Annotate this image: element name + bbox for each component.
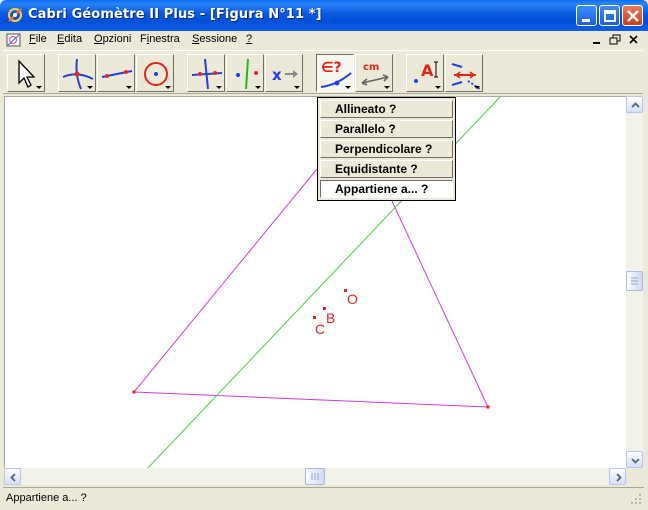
- doc-restore-icon[interactable]: [608, 33, 622, 47]
- scroll-down-button[interactable]: [626, 451, 643, 468]
- menu-item-collinear[interactable]: Allineato ?: [320, 100, 453, 118]
- horizontal-scrollbar[interactable]: [4, 468, 626, 485]
- draw-tool[interactable]: [445, 54, 483, 92]
- drawing-canvas[interactable]: O B C: [4, 96, 626, 468]
- check-property-tool[interactable]: ∈?: [316, 54, 354, 92]
- menu-bar: File Edita Opzioni Finestra Sessione ?: [0, 31, 648, 49]
- toolbar: x ∈? cm A: [3, 50, 643, 94]
- vertical-scrollbar[interactable]: [626, 96, 643, 468]
- maximize-button[interactable]: [599, 5, 620, 26]
- chevron-left-icon: [10, 473, 16, 482]
- svg-text:x: x: [272, 66, 282, 84]
- menu-item-perpendicular[interactable]: Perpendicolare ?: [320, 140, 453, 158]
- doc-close-icon[interactable]: [627, 33, 641, 47]
- chevron-down-icon: [631, 458, 640, 464]
- vertical-scroll-thumb[interactable]: [626, 271, 643, 291]
- figure: O B C: [132, 97, 501, 468]
- menu-item-member[interactable]: Appartiene a... ?: [320, 180, 453, 198]
- title-bar: Cabri Géomètre II Plus - [Figura N°11 *]: [0, 0, 648, 31]
- scroll-right-button[interactable]: [609, 468, 626, 485]
- point-c[interactable]: [313, 316, 316, 319]
- doc-minimize-icon[interactable]: [590, 33, 604, 47]
- construct-tool[interactable]: [187, 54, 225, 92]
- close-button[interactable]: [622, 5, 643, 26]
- chevron-right-icon: [616, 473, 622, 482]
- status-bar: Appartiene a... ?: [3, 487, 644, 507]
- point-label-b[interactable]: B: [326, 310, 335, 326]
- menu-file[interactable]: File: [29, 33, 47, 45]
- points-tool[interactable]: [58, 54, 96, 92]
- triangle-side-bottom[interactable]: [133, 391, 489, 408]
- scroll-left-button[interactable]: [4, 468, 21, 485]
- svg-text:∈?: ∈?: [321, 60, 342, 76]
- lines-tool[interactable]: [97, 54, 135, 92]
- curves-tool[interactable]: [136, 54, 174, 92]
- macro-tool[interactable]: x: [265, 54, 303, 92]
- check-property-menu: Allineato ? Parallelo ? Perpendicolare ?…: [317, 97, 456, 201]
- pointer-tool[interactable]: [7, 54, 45, 92]
- measure-tool[interactable]: cm: [355, 54, 393, 92]
- status-text: Appartiene a... ?: [6, 492, 87, 504]
- menu-options[interactable]: Opzioni: [94, 33, 131, 45]
- triangle-side-right[interactable]: [389, 196, 489, 408]
- horizontal-scroll-thumb[interactable]: [305, 468, 325, 485]
- menu-window[interactable]: Finestra: [140, 33, 180, 45]
- menu-session[interactable]: Sessione: [192, 33, 237, 45]
- app-icon[interactable]: [6, 6, 24, 24]
- triangle-side-left[interactable]: [133, 168, 318, 393]
- triangle-vertex[interactable]: [132, 390, 136, 394]
- menu-edit[interactable]: Edita: [57, 33, 82, 45]
- window-title: Cabri Géomètre II Plus - [Figura N°11 *]: [28, 7, 322, 22]
- triangle-vertex[interactable]: [486, 405, 490, 409]
- menu-help[interactable]: ?: [246, 33, 252, 45]
- point-label-o[interactable]: O: [347, 291, 358, 307]
- scrollbar-corner: [626, 468, 643, 485]
- menu-item-parallel[interactable]: Parallelo ?: [320, 120, 453, 138]
- chevron-up-icon: [631, 102, 640, 108]
- document-icon[interactable]: [6, 32, 22, 48]
- svg-text:cm: cm: [363, 62, 379, 73]
- scroll-up-button[interactable]: [626, 96, 643, 113]
- point-label-c[interactable]: C: [315, 321, 325, 337]
- menu-item-equidistant[interactable]: Equidistante ?: [320, 160, 453, 178]
- svg-text:A: A: [421, 61, 434, 80]
- resize-grip-icon[interactable]: [630, 493, 642, 505]
- display-tool[interactable]: A: [406, 54, 444, 92]
- transform-tool[interactable]: [226, 54, 264, 92]
- minimize-button[interactable]: [576, 5, 597, 26]
